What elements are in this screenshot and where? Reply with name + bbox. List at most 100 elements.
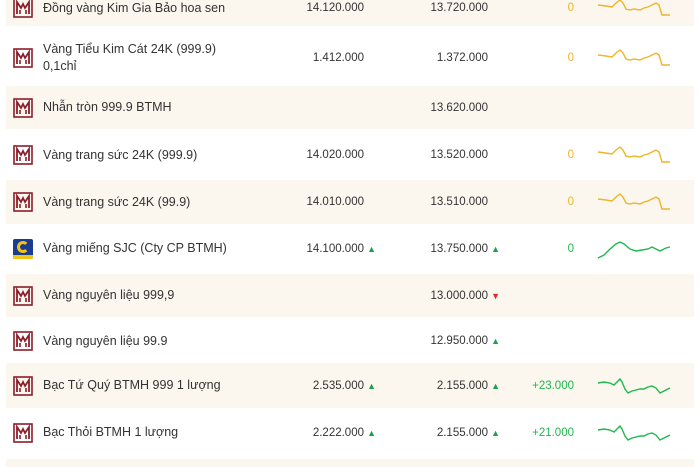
price-change: +21.000 [506,410,574,455]
buy-price: 14.120.000 [246,0,376,26]
sparkline-chart [597,49,670,66]
price-change-value: 0 [567,149,574,161]
btmh-logo-icon [13,331,33,351]
product-name: Vàng nguyên liệu 99.9 [43,321,243,361]
sparkline-line [597,424,671,441]
table-row[interactable]: Vàng nguyên liệu 999,9 13.000.000 ▼ [6,274,694,317]
price-change-value: 0 [567,242,574,255]
product-name-text: Bạc Tứ Quý BTMH 999 1 lượng [43,378,221,392]
price-change-value: +23.000 [532,379,574,392]
sell-price: 13.750.000 ▲ [376,227,500,270]
buy-price [246,86,376,129]
buy-price: 2.222.000 ▲ [246,410,376,455]
sell-price: 12.950.000 ▲ [376,321,500,361]
buy-price: 14.100.000 ▲ [246,227,376,270]
row-logo [13,35,35,81]
table-row[interactable]: Bạc Tứ Quý BTMH 999 1 lượng 2.535.000 ▲ 2.1… [6,363,694,408]
sell-price-value: 13.620.000 [430,101,488,114]
product-name: Vàng trang sức 24K (99.9) [43,180,243,224]
buy-price-value: 2.222.000 [312,426,364,439]
sparkline-chart [597,146,670,163]
price-change-value: 0 [567,196,574,208]
row-logo [13,410,35,455]
sell-price: 1.372.000 [376,35,500,81]
product-name-text: Vàng nguyên liệu 999,9 [43,288,175,302]
product-name: Bạc Tứ Quý BTMH 999 1 lượng [43,363,243,408]
row-logo [13,227,35,270]
btmh-logo-icon [13,422,33,443]
price-change [506,274,574,317]
sell-arrow-up-icon: ▲ [491,380,500,391]
btmh-logo-icon [13,285,33,306]
buy-price: 1.412.000 [246,35,376,81]
sell-arrow-up-icon: ▲ [491,336,500,346]
buy-price-value: 14.100.000 [306,242,364,255]
price-change-value: 0 [567,2,574,14]
table-row[interactable]: Vàng miếng SJC (Cty CP BTMH) 14.100.000 ▲ 1… [6,227,694,270]
table-row[interactable]: Vàng trang sức 24K (99.9) 14.010.000 13.51… [6,180,694,224]
product-name: Vàng nguyên liệu 999,9 [43,274,243,317]
price-change-value: 0 [567,52,574,64]
table-row[interactable]: Đồng vàng Kim Gia Bảo hoa sen 14.120.000 1… [6,0,694,26]
price-change: 0 [506,0,574,26]
table-row[interactable]: Vàng trang sức 24K (999.9) 14.020.000 13.5… [6,133,694,177]
sparkline-line [597,146,670,163]
product-name-text: Vàng miếng SJC (Cty CP BTMH) [43,241,227,255]
product-name: Nhẫn tròn 999.9 BTMH [43,86,243,129]
product-name: Vàng miếng SJC (Cty CP BTMH) [43,227,243,270]
price-change: 0 [506,133,574,177]
buy-price-value: 14.010.000 [306,196,364,208]
product-name-text: Vàng trang sức 24K (999.9) [43,147,198,162]
btmh-logo-icon [13,192,33,212]
buy-price: 14.010.000 [246,180,376,224]
sell-price: 13.720.000 [376,0,500,26]
sjc-logo-icon [13,238,33,259]
btmh-logo-icon [13,48,33,68]
sell-price: 13.000.000 ▼ [376,274,500,317]
product-name: Vàng Tiểu Kim Cát 24K (999.9) 0,1chỉ [43,35,243,81]
product-name-text: Vàng nguyên liệu 99.9 [43,333,168,348]
row-logo [13,180,35,224]
buy-price-value: 1.412.000 [312,52,364,64]
sell-price: 13.520.000 [376,133,500,177]
price-change-value: +21.000 [532,426,574,439]
price-change: 0 [506,180,574,224]
price-change: +23.000 [506,363,574,408]
sparkline-cell [596,86,671,129]
btmh-logo-icon [13,0,33,18]
price-change [506,86,574,129]
table-row[interactable] [6,459,694,467]
sparkline-line [597,49,670,66]
row-logo [13,86,35,129]
sell-price-value: 12.950.000 [430,335,488,347]
sparkline-chart [597,240,671,259]
sparkline-chart [597,377,671,394]
product-name-text: Vàng trang sức 24K (99.9) [43,194,191,209]
sell-price-value: 1.372.000 [436,52,488,64]
sparkline-line [597,193,670,210]
buy-price [246,321,376,361]
table-row[interactable]: Bạc Thỏi BTMH 1 lượng 2.222.000 ▲ 2.155.000… [6,410,694,455]
buy-price-value: 14.020.000 [306,149,364,161]
table-row[interactable]: Nhẫn tròn 999.9 BTMH 13.620.000 [6,86,694,129]
buy-price: 2.535.000 ▲ [246,363,376,408]
sparkline-cell [596,363,671,408]
sparkline-cell [596,274,671,317]
buy-price-value: 14.120.000 [306,2,364,14]
row-logo [13,321,35,361]
sell-price-value: 13.000.000 [430,289,488,302]
row-logo [13,0,35,26]
table-row[interactable]: Vàng Tiểu Kim Cát 24K (999.9) 0,1chỉ 1.41… [6,35,694,81]
buy-price: 14.020.000 [246,133,376,177]
price-change: 0 [506,35,574,81]
sparkline-chart [597,193,670,210]
buy-arrow-up-icon: ▲ [367,243,376,254]
table-row[interactable]: Vàng nguyên liệu 99.9 12.950.000 ▲ [6,321,694,361]
buy-price-value: 2.535.000 [312,379,364,392]
sell-price-value: 13.720.000 [430,2,488,14]
row-logo [13,133,35,177]
product-name: Vàng trang sức 24K (999.9) [43,133,243,177]
product-name-text: Nhẫn tròn 999.9 BTMH [43,100,172,114]
sell-arrow-up-icon: ▲ [491,427,500,438]
sell-price-value: 13.520.000 [430,149,488,161]
